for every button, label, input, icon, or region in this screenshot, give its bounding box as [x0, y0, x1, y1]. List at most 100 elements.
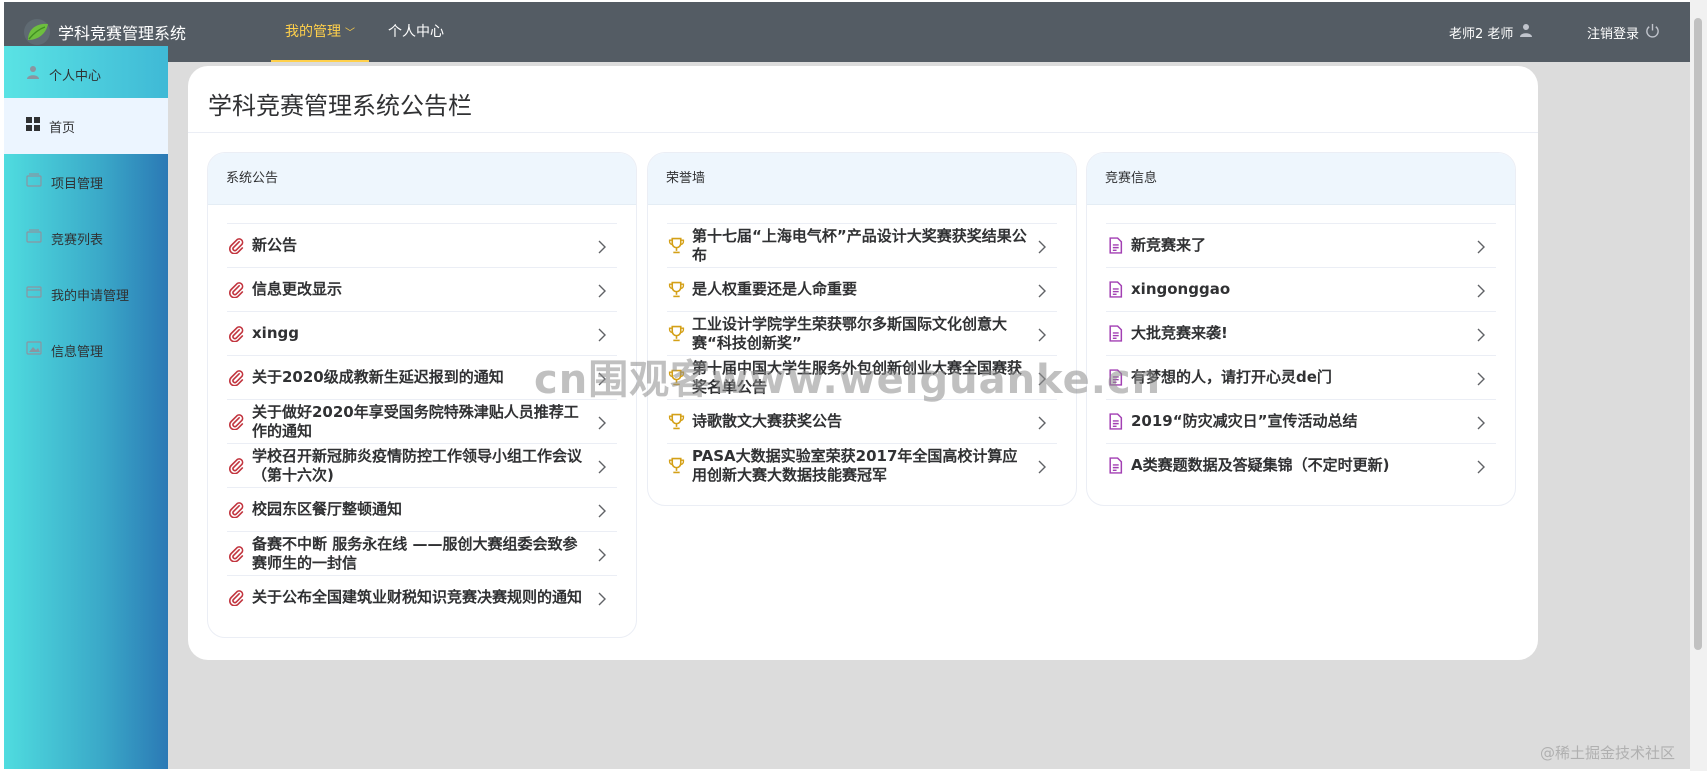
- image-icon: [26, 341, 51, 359]
- user-icon: [1513, 23, 1533, 41]
- user-name: 老师2 老师: [1449, 26, 1514, 42]
- nav-personal-center-label: 个人中心: [388, 24, 444, 40]
- grid-icon: [26, 117, 49, 135]
- list-item[interactable]: 校园东区餐厅整顿通知: [227, 487, 617, 531]
- top-navbar: 学科竞赛管理系统 我的管理 ﹀ 个人中心 老师2 老师 注销登录: [4, 2, 1690, 62]
- paperclip-icon: [227, 281, 245, 299]
- trophy-icon: [667, 369, 685, 387]
- nav-my-management[interactable]: 我的管理 ﹀: [271, 2, 369, 62]
- nav-my-management-label: 我的管理: [285, 24, 341, 40]
- list-item[interactable]: 第十届中国大学生服务外包创新创业大赛全国赛获奖名单公告: [667, 355, 1057, 399]
- paperclip-icon: [227, 501, 245, 519]
- list-item[interactable]: 第十七届“上海电气杯”产品设计大奖赛获奖结果公布: [667, 223, 1057, 267]
- paperclip-icon: [227, 457, 245, 475]
- paperclip-icon: [227, 237, 245, 255]
- chevron-right-icon: [597, 239, 607, 253]
- list-item[interactable]: 学校召开新冠肺炎疫情防控工作领导小组工作会议（第十六次): [227, 443, 617, 487]
- sidebar-item-info-management[interactable]: 信息管理: [4, 322, 168, 378]
- chevron-right-icon: [1476, 459, 1486, 473]
- panel-title: 竞赛信息: [1087, 153, 1515, 205]
- sidebar-item-project-management[interactable]: 项目管理: [4, 154, 168, 210]
- document-icon: [1106, 413, 1124, 431]
- trophy-icon: [667, 281, 685, 299]
- chevron-right-icon: [1476, 239, 1486, 253]
- list-item-title: 大批竞赛来袭!: [1131, 324, 1228, 342]
- list-item[interactable]: xingonggao: [1106, 267, 1496, 311]
- list-item[interactable]: 诗歌散文大赛获奖公告: [667, 399, 1057, 443]
- list-item-title: 新竞赛来了: [1131, 236, 1207, 254]
- paperclip-icon: [227, 413, 245, 431]
- list-item-title: 关于做好2020年享受国务院特殊津贴人员推荐工作的通知: [252, 402, 579, 440]
- chevron-right-icon: [1476, 283, 1486, 297]
- document-icon: [1106, 369, 1124, 387]
- panel-competition-info: 竞赛信息 新竞赛来了 xingonggao 大批竞赛来袭! 有梦想的人，请打开心灵de…: [1086, 152, 1516, 506]
- document-icon: [1106, 281, 1124, 299]
- sidebar-item-competition-list[interactable]: 竞赛列表: [4, 210, 168, 266]
- list-item[interactable]: 是人权重要还是人命重要: [667, 267, 1057, 311]
- trophy-icon: [667, 457, 685, 475]
- list-item[interactable]: 备赛不中断 服务永在线 ——服创大赛组委会致参赛师生的一封信: [227, 531, 617, 575]
- list-item[interactable]: xingg: [227, 311, 617, 355]
- document-icon: [1106, 325, 1124, 343]
- list-item-title: 校园东区餐厅整顿通知: [252, 500, 403, 518]
- paperclip-icon: [227, 369, 245, 387]
- chevron-right-icon: [597, 503, 607, 517]
- list-item-title: xingonggao: [1131, 280, 1231, 298]
- list-item-title: PASA大数据实验室荣获2017年全国高校计算应用创新大赛大数据技能赛冠军: [692, 446, 1018, 484]
- current-user[interactable]: 老师2 老师: [1449, 2, 1533, 62]
- list-item-title: 新公告: [252, 236, 298, 254]
- sidebar-item-label: 竞赛列表: [51, 232, 104, 248]
- nav-personal-center[interactable]: 个人中心: [388, 2, 444, 62]
- list-item[interactable]: PASA大数据实验室荣获2017年全国高校计算应用创新大赛大数据技能赛冠军: [667, 443, 1057, 487]
- sidebar: 个人中心 首页 项目管理 竞赛列表 我的申请管理 信息管理: [4, 46, 168, 769]
- app-title: 学科竞赛管理系统: [58, 24, 187, 43]
- list-item[interactable]: A类赛题数据及答疑集锦（不定时更新): [1106, 443, 1496, 487]
- sidebar-item-home[interactable]: 首页: [4, 98, 168, 154]
- list-item[interactable]: 关于做好2020年享受国务院特殊津贴人员推荐工作的通知: [227, 399, 617, 443]
- sidebar-item-label: 我的申请管理: [51, 288, 130, 304]
- chevron-right-icon: [1476, 415, 1486, 429]
- logout-label: 注销登录: [1587, 26, 1640, 42]
- scrollbar-thumb[interactable]: [1694, 18, 1702, 650]
- logout-button[interactable]: 注销登录: [1587, 2, 1660, 62]
- document-icon: [1106, 237, 1124, 255]
- chevron-right-icon: [597, 327, 607, 341]
- panel-bottom-spacer: [667, 487, 1057, 505]
- chevron-right-icon: [1037, 415, 1047, 429]
- list-item-title: 第十七届“上海电气杯”产品设计大奖赛获奖结果公布: [692, 226, 1027, 264]
- sidebar-item-label: 首页: [49, 120, 76, 136]
- document-icon: [1106, 457, 1124, 475]
- list-item-title: A类赛题数据及答疑集锦（不定时更新): [1131, 456, 1390, 474]
- brand[interactable]: 学科竞赛管理系统: [22, 16, 186, 48]
- folder-icon: [26, 229, 51, 247]
- chevron-right-icon: [597, 283, 607, 297]
- panel-system-notices: 系统公告 新公告信息更改显示 xingg 关于2020级成教新生延迟报到的通知 关于做…: [207, 152, 637, 638]
- panel-title: 荣誉墙: [648, 153, 1076, 205]
- power-icon: [1639, 23, 1660, 42]
- chevron-right-icon: [1037, 283, 1047, 297]
- page-scrollbar[interactable]: [1690, 0, 1707, 771]
- trophy-icon: [667, 325, 685, 343]
- app-frame: 学科竞赛管理系统 我的管理 ﹀ 个人中心 老师2 老师 注销登录 个人中心 首页…: [4, 2, 1690, 769]
- list-item[interactable]: 新竞赛来了: [1106, 223, 1496, 267]
- list-item-title: 有梦想的人，请打开心灵de门: [1131, 368, 1332, 386]
- chevron-right-icon: [1476, 371, 1486, 385]
- list-item[interactable]: 关于2020级成教新生延迟报到的通知: [227, 355, 617, 399]
- list-item[interactable]: 大批竞赛来袭!: [1106, 311, 1496, 355]
- card-icon: [26, 285, 51, 303]
- list-item[interactable]: 关于公布全国建筑业财税知识竞赛决赛规则的通知: [227, 575, 617, 619]
- panel-title: 系统公告: [208, 153, 636, 205]
- list-item[interactable]: 工业设计学院学生荣获鄂尔多斯国际文化创意大赛“科技创新奖”: [667, 311, 1057, 355]
- list-item[interactable]: 新公告: [227, 223, 617, 267]
- list-item-title: 第十届中国大学生服务外包创新创业大赛全国赛获奖名单公告: [692, 358, 1023, 396]
- list-item[interactable]: 有梦想的人，请打开心灵de门: [1106, 355, 1496, 399]
- panel-honor-wall: 荣誉墙 第十七届“上海电气杯”产品设计大奖赛获奖结果公布是人权重要还是人命重要工…: [647, 152, 1077, 506]
- corner-watermark: @稀土掘金技术社区: [1540, 744, 1676, 762]
- sidebar-item-personal-center[interactable]: 个人中心: [4, 46, 168, 102]
- list-item[interactable]: 2019“防灾减灾日”宣传活动总结: [1106, 399, 1496, 443]
- list-item[interactable]: 信息更改显示: [227, 267, 617, 311]
- list-item-title: 是人权重要还是人命重要: [692, 280, 858, 298]
- sidebar-item-my-applications[interactable]: 我的申请管理: [4, 266, 168, 322]
- chevron-right-icon: [597, 547, 607, 561]
- paperclip-icon: [227, 325, 245, 343]
